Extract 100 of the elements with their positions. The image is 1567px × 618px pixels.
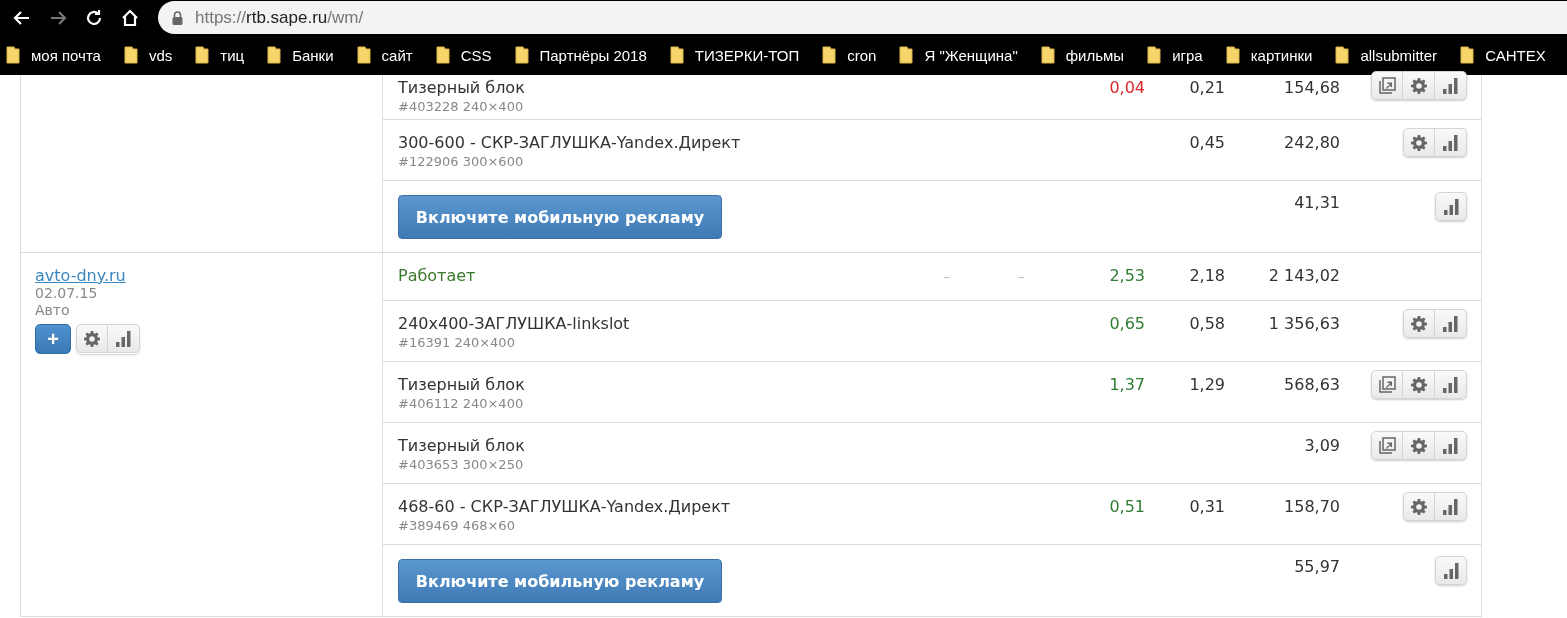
- enable-mobile-ads-button[interactable]: Включите мобильную рекламу: [398, 559, 722, 603]
- stats-button[interactable]: [1435, 370, 1467, 399]
- bookmark-folder[interactable]: картинки: [1225, 46, 1324, 64]
- stats-button[interactable]: [1435, 431, 1467, 460]
- stats-button[interactable]: [1435, 309, 1467, 338]
- placement-id: #389469 468×60: [398, 518, 515, 534]
- external-window-icon: [1378, 376, 1396, 393]
- site-link[interactable]: avto-dny.ru: [35, 266, 126, 285]
- url-text: https://rtb.sape.ru/wm/: [195, 7, 364, 28]
- revenue-value: 2 143,02: [1268, 265, 1340, 287]
- bookmark-folder[interactable]: САНТЕХ: [1460, 46, 1557, 64]
- bookmark-folder[interactable]: Банки: [267, 46, 345, 64]
- settings-button[interactable]: [1403, 492, 1435, 521]
- bar-chart-icon: [1443, 437, 1458, 454]
- empty-value: –: [1018, 267, 1025, 286]
- folder-icon: [1225, 46, 1240, 64]
- bar-chart-icon: [116, 330, 131, 347]
- ctr-value: 1,37: [1109, 374, 1145, 396]
- address-bar[interactable]: https://rtb.sape.ru/wm/: [158, 1, 1567, 34]
- folder-icon: [435, 46, 450, 64]
- placement-name: 468-60 - СКР-ЗАГЛУШКА-Yandex.Директ: [398, 496, 731, 518]
- placement-id: #16391 240×400: [398, 335, 515, 351]
- bar-chart-icon: [1443, 77, 1458, 94]
- preview-button[interactable]: [1371, 370, 1403, 399]
- placement-id: #403228 240×400: [398, 99, 524, 115]
- bookmark-folder[interactable]: cron: [822, 46, 888, 64]
- folder-icon: [1040, 46, 1055, 64]
- reload-icon: [84, 7, 104, 28]
- stats-button[interactable]: [1435, 128, 1467, 157]
- bar-chart-icon: [1443, 134, 1458, 151]
- placement-id: #122906 300×600: [398, 154, 524, 170]
- numeric-value: 0,21: [1189, 77, 1225, 99]
- bookmark-folder[interactable]: Партнёры 2018: [514, 46, 658, 64]
- placement-name: Тизерный блок: [398, 77, 525, 99]
- ctr-value: 0,04: [1109, 77, 1145, 99]
- revenue-value: 158,70: [1284, 496, 1340, 518]
- bookmark-folder[interactable]: Я "Женщина": [899, 46, 1029, 64]
- status-text: Работает: [398, 265, 476, 287]
- ctr-value: 0,51: [1109, 496, 1145, 518]
- stats-button[interactable]: [1435, 556, 1467, 585]
- external-window-icon: [1378, 77, 1396, 94]
- settings-icon: [1411, 134, 1427, 151]
- folder-icon: [1335, 46, 1350, 64]
- folder-icon: [1460, 46, 1475, 64]
- home-icon: [120, 7, 140, 28]
- bookmark-folder[interactable]: allsubmitter: [1335, 46, 1449, 64]
- bookmark-folder[interactable]: моя почта: [6, 46, 112, 64]
- bookmark-folder[interactable]: тиц: [195, 46, 256, 64]
- settings-button[interactable]: [76, 324, 108, 353]
- settings-icon: [84, 330, 100, 347]
- settings-button[interactable]: [1403, 370, 1435, 399]
- site-category: Авто: [35, 302, 70, 319]
- placement-id: #406112 240×400: [398, 396, 524, 412]
- bookmark-folder[interactable]: сайт: [356, 46, 424, 64]
- folder-icon: [195, 46, 210, 64]
- bookmark-folder[interactable]: CSS: [435, 46, 503, 64]
- site-date: 02.07.15: [35, 285, 98, 302]
- revenue-value: 1 356,63: [1268, 313, 1340, 335]
- stats-button[interactable]: [108, 324, 140, 353]
- ctr-value: 0,65: [1109, 313, 1145, 335]
- stats-button[interactable]: [1435, 492, 1467, 521]
- folder-icon: [356, 46, 371, 64]
- placement-id: #403653 300×250: [398, 457, 524, 473]
- external-window-icon: [1378, 437, 1396, 454]
- preview-button[interactable]: [1371, 71, 1403, 100]
- folder-icon: [514, 46, 529, 64]
- bookmark-folder[interactable]: ТИЗЕРКИ-ТОП: [669, 46, 811, 64]
- settings-icon: [1411, 498, 1427, 515]
- settings-icon: [1410, 437, 1427, 454]
- add-button[interactable]: +: [35, 324, 71, 354]
- ctr-value: 2,53: [1109, 265, 1145, 287]
- enable-mobile-ads-button[interactable]: Включите мобильную рекламу: [398, 195, 722, 239]
- numeric-value: 0,31: [1189, 496, 1225, 518]
- stats-button[interactable]: [1435, 192, 1467, 221]
- settings-button[interactable]: [1403, 309, 1435, 338]
- preview-button[interactable]: [1371, 431, 1403, 460]
- folder-icon: [669, 46, 684, 64]
- bar-chart-icon: [1443, 315, 1458, 332]
- folder-icon: [899, 46, 914, 64]
- stats-button[interactable]: [1435, 71, 1467, 100]
- bar-chart-icon: [1443, 198, 1459, 215]
- revenue-value: 242,80: [1284, 132, 1340, 154]
- settings-icon: [1410, 77, 1427, 94]
- revenue-value: 3,09: [1304, 435, 1340, 457]
- placement-name: 240x400-ЗАГЛУШКА-linkslot: [398, 313, 630, 335]
- folder-icon: [267, 46, 282, 64]
- bookmark-folder[interactable]: vds: [123, 46, 184, 64]
- lock-icon: [172, 10, 183, 25]
- numeric-value: 1,29: [1189, 374, 1225, 396]
- settings-button[interactable]: [1403, 71, 1435, 100]
- settings-button[interactable]: [1403, 128, 1435, 157]
- bookmark-folder[interactable]: игра: [1147, 46, 1214, 64]
- placement-name: Тизерный блок: [398, 374, 525, 396]
- numeric-value: 0,45: [1189, 132, 1225, 154]
- bar-chart-icon: [1443, 562, 1459, 579]
- revenue-value: 41,31: [1294, 192, 1340, 214]
- bookmark-folder[interactable]: фильмы: [1040, 46, 1136, 64]
- revenue-value: 568,63: [1284, 374, 1340, 396]
- empty-value: –: [943, 267, 950, 286]
- settings-button[interactable]: [1403, 431, 1435, 460]
